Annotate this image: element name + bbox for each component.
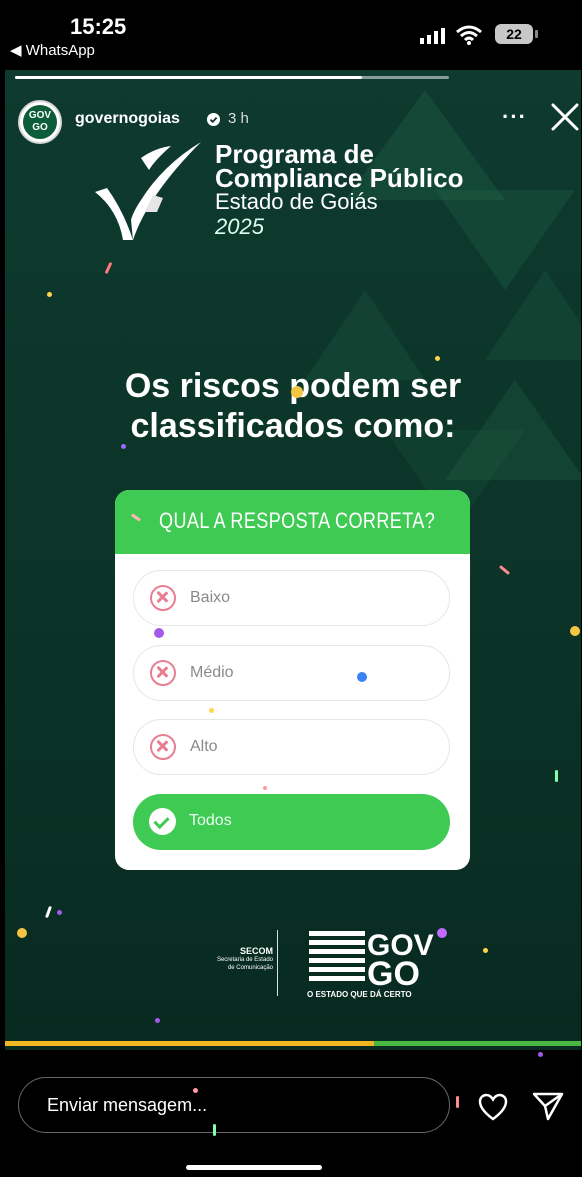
quiz-option-baixo[interactable]: Baixo bbox=[133, 570, 450, 626]
confetti-piece bbox=[357, 672, 367, 682]
confetti-piece bbox=[570, 626, 580, 636]
confetti-piece bbox=[154, 628, 164, 638]
logo-divider bbox=[277, 930, 278, 996]
confetti-piece bbox=[456, 1096, 459, 1108]
close-icon[interactable] bbox=[548, 100, 581, 134]
confetti-piece bbox=[47, 292, 52, 297]
headline-line-2: classificados como: bbox=[130, 407, 456, 445]
quiz-option-label: Alto bbox=[190, 738, 218, 755]
program-subtitle: Estado de Goiás bbox=[215, 189, 378, 214]
confetti-piece bbox=[104, 261, 113, 275]
heart-icon[interactable] bbox=[478, 1093, 508, 1121]
confetti-piece bbox=[17, 928, 27, 938]
secom-title: SECOM bbox=[239, 946, 273, 956]
gov-go-logo: GOV GO bbox=[309, 929, 434, 989]
quiz-option-medio[interactable]: Médio bbox=[133, 645, 450, 701]
message-input[interactable] bbox=[45, 1092, 429, 1118]
confetti-piece bbox=[155, 1018, 160, 1023]
headline: Os riscos podem ser classificados como: bbox=[5, 366, 581, 446]
secom-line-2: de Comunicação bbox=[227, 965, 273, 971]
send-icon[interactable] bbox=[531, 1090, 565, 1122]
confetti-piece bbox=[213, 1124, 216, 1136]
program-year: 2025 bbox=[215, 214, 264, 239]
more-icon[interactable]: ··· bbox=[502, 104, 527, 130]
status-time: 15:25 bbox=[70, 14, 127, 39]
program-title: Programa de Compliance Público bbox=[215, 141, 464, 193]
wifi-icon bbox=[456, 25, 482, 45]
quiz-option-label: Todos bbox=[189, 812, 232, 829]
svg-text:GO: GO bbox=[367, 955, 420, 989]
check-circle-icon bbox=[149, 808, 176, 835]
story-progress-fill bbox=[15, 76, 363, 79]
confetti-piece bbox=[121, 444, 126, 449]
story-content[interactable]: GOV GO governogoias 3 h ··· Programa de … bbox=[5, 70, 581, 1050]
message-input-container[interactable] bbox=[18, 1077, 450, 1133]
check-logo-icon bbox=[95, 142, 201, 240]
battery-tip bbox=[535, 30, 538, 38]
quiz-question: QUAL A RESPOSTA CORRETA? bbox=[159, 508, 436, 533]
quiz-option-label: Médio bbox=[190, 664, 234, 681]
bottom-bar-yellow bbox=[5, 1041, 374, 1046]
bg-triangle bbox=[485, 270, 581, 360]
confetti-piece bbox=[435, 356, 440, 361]
quiz-card: QUAL A RESPOSTA CORRETA? Baixo Médio Alt… bbox=[115, 490, 470, 870]
gov-go-tagline: O ESTADO QUE DÁ CERTO bbox=[307, 990, 412, 999]
story-age: 3 h bbox=[228, 110, 249, 127]
x-circle-icon bbox=[150, 660, 176, 686]
confetti-piece bbox=[291, 386, 303, 398]
x-circle-icon bbox=[150, 585, 176, 611]
confetti-piece bbox=[437, 928, 447, 938]
back-to-app-link[interactable]: ◀ WhatsApp bbox=[10, 41, 95, 59]
x-circle-icon bbox=[150, 734, 176, 760]
quiz-option-label: Baixo bbox=[190, 589, 231, 606]
account-avatar[interactable]: GOV GO bbox=[18, 100, 62, 144]
confetti-piece bbox=[209, 708, 214, 713]
story-progress-track bbox=[15, 76, 449, 79]
confetti-piece bbox=[555, 770, 558, 782]
confetti-piece bbox=[498, 564, 511, 576]
story-bottom-bar bbox=[5, 1041, 581, 1046]
secom-logo: SECOM Secretaria de Estado de Comunicaçã… bbox=[153, 946, 273, 972]
battery-icon: 22 bbox=[495, 24, 533, 44]
confetti-piece bbox=[263, 786, 267, 790]
confetti-piece bbox=[57, 910, 62, 915]
confetti-piece bbox=[538, 1052, 543, 1057]
verified-badge-icon bbox=[207, 113, 220, 126]
program-title-line-2: Compliance Público bbox=[215, 163, 464, 193]
confetti-piece bbox=[131, 513, 141, 522]
account-handle[interactable]: governogoias bbox=[75, 110, 180, 128]
confetti-piece bbox=[45, 905, 52, 919]
secom-line-1: Secretaria de Estado bbox=[216, 957, 273, 963]
quiz-option-todos[interactable]: Todos bbox=[133, 794, 450, 850]
signal-icon bbox=[420, 28, 445, 44]
confetti-piece bbox=[483, 948, 488, 953]
quiz-option-alto[interactable]: Alto bbox=[133, 719, 450, 775]
home-indicator[interactable] bbox=[186, 1165, 322, 1170]
quiz-header: QUAL A RESPOSTA CORRETA? bbox=[115, 490, 470, 554]
bottom-bar-green bbox=[373, 1041, 581, 1046]
status-bar: 15:25 ◀ WhatsApp 22 bbox=[0, 0, 582, 70]
screen: 15:25 ◀ WhatsApp 22 GOV GO governogoias … bbox=[0, 0, 582, 1177]
avatar-logo-text: GOV GO bbox=[23, 105, 57, 139]
